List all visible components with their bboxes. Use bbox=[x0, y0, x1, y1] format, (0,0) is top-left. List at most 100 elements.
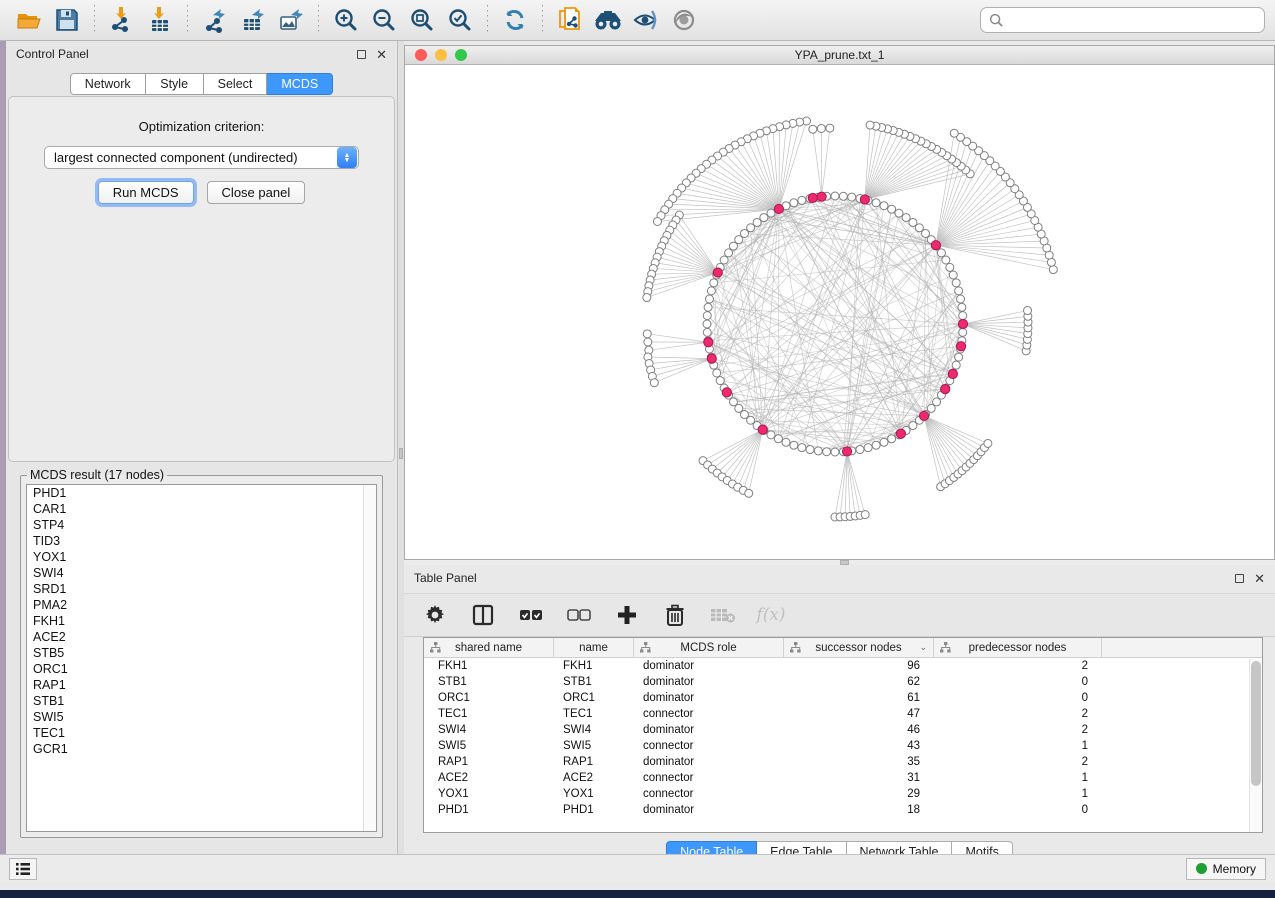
graph-node[interactable] bbox=[856, 446, 864, 454]
list-item[interactable]: TEC1 bbox=[27, 725, 376, 741]
graph-node[interactable] bbox=[959, 328, 967, 336]
table-row[interactable]: ORC1ORC1dominator610 bbox=[424, 690, 1262, 706]
memory-button[interactable]: Memory bbox=[1186, 858, 1266, 880]
close-panel-icon[interactable]: ✕ bbox=[376, 48, 387, 61]
graph-node[interactable] bbox=[653, 218, 661, 226]
mcds-list-scrollbar[interactable] bbox=[363, 485, 376, 831]
graph-node[interactable] bbox=[895, 209, 903, 217]
graph-node[interactable] bbox=[745, 489, 753, 497]
select-all-button[interactable] bbox=[518, 602, 544, 628]
graph-node-dominator[interactable] bbox=[722, 388, 731, 397]
graph-node[interactable] bbox=[767, 209, 775, 217]
table-row[interactable]: PHD1PHD1dominator180 bbox=[424, 802, 1262, 818]
graph-node[interactable] bbox=[704, 303, 712, 311]
graph-node[interactable] bbox=[823, 448, 831, 456]
graph-node[interactable] bbox=[720, 256, 728, 264]
graph-node[interactable] bbox=[942, 256, 950, 264]
zoom-selected-button[interactable] bbox=[443, 4, 477, 36]
graph-node[interactable] bbox=[880, 438, 888, 446]
graph-node[interactable] bbox=[713, 369, 721, 377]
zoom-in-button[interactable] bbox=[329, 4, 363, 36]
list-item[interactable]: RAP1 bbox=[27, 677, 376, 693]
table-row[interactable]: RAP1RAP1dominator352 bbox=[424, 754, 1262, 770]
close-panel-button[interactable]: Close panel bbox=[207, 181, 306, 204]
graph-node[interactable] bbox=[848, 193, 856, 201]
graph-node[interactable] bbox=[880, 202, 888, 210]
column-header-MCDS-role[interactable]: MCDS role bbox=[634, 638, 784, 657]
close-panel-icon[interactable]: ✕ bbox=[1254, 572, 1265, 585]
table-row[interactable]: SWI4SWI4dominator462 bbox=[424, 722, 1262, 738]
graph-node[interactable] bbox=[933, 398, 941, 406]
graph-node-dominator[interactable] bbox=[842, 447, 851, 456]
graph-node[interactable] bbox=[729, 242, 737, 250]
graph-node[interactable] bbox=[949, 271, 957, 279]
table-row[interactable]: ACE2ACE2connector311 bbox=[424, 770, 1262, 786]
graph-node[interactable] bbox=[888, 435, 896, 443]
graph-node[interactable] bbox=[703, 328, 711, 336]
graph-node[interactable] bbox=[861, 511, 869, 519]
graph-node-dominator[interactable] bbox=[896, 429, 905, 438]
graph-node[interactable] bbox=[984, 439, 992, 447]
optimization-select[interactable]: largest connected component (undirected)… bbox=[44, 146, 359, 169]
graph-node-dominator[interactable] bbox=[713, 268, 722, 277]
graph-node[interactable] bbox=[814, 447, 822, 455]
deselect-all-button[interactable] bbox=[566, 602, 592, 628]
list-item[interactable]: SWI5 bbox=[27, 709, 376, 725]
graph-node[interactable] bbox=[707, 287, 715, 295]
list-item[interactable]: STP4 bbox=[27, 517, 376, 533]
show-columns-button[interactable] bbox=[470, 602, 496, 628]
graph-node[interactable] bbox=[790, 441, 798, 449]
table-row[interactable]: SWI5SWI5connector431 bbox=[424, 738, 1262, 754]
graph-node[interactable] bbox=[866, 121, 874, 129]
graph-node[interactable] bbox=[826, 124, 834, 132]
table-settings-button[interactable] bbox=[422, 602, 448, 628]
graph-node-dominator[interactable] bbox=[704, 338, 713, 347]
graph-node-dominator[interactable] bbox=[948, 369, 957, 378]
toggle-vizmapper-button[interactable] bbox=[629, 4, 663, 36]
column-header-name[interactable]: name bbox=[554, 638, 634, 657]
graph-node-dominator[interactable] bbox=[956, 342, 965, 351]
graph-node[interactable] bbox=[643, 330, 651, 338]
list-item[interactable]: CAR1 bbox=[27, 501, 376, 517]
network-window-titlebar[interactable]: YPA_prune.txt_1 bbox=[405, 46, 1274, 65]
list-item[interactable]: YOX1 bbox=[27, 549, 376, 565]
show-panels-button[interactable] bbox=[9, 858, 37, 880]
list-item[interactable]: SWI4 bbox=[27, 565, 376, 581]
graph-node-dominator[interactable] bbox=[758, 425, 767, 434]
graph-node[interactable] bbox=[703, 312, 711, 320]
graph-node[interactable] bbox=[643, 294, 651, 302]
graph-node[interactable] bbox=[872, 441, 880, 449]
export-network-button[interactable] bbox=[198, 4, 232, 36]
graph-node[interactable] bbox=[958, 303, 966, 311]
graph-node[interactable] bbox=[716, 377, 724, 385]
list-item[interactable]: ORC1 bbox=[27, 661, 376, 677]
graph-node[interactable] bbox=[839, 192, 847, 200]
list-item[interactable]: TID3 bbox=[27, 533, 376, 549]
graph-node-dominator[interactable] bbox=[808, 193, 817, 202]
splitter-grip[interactable] bbox=[399, 448, 403, 459]
graph-node[interactable] bbox=[1024, 307, 1032, 315]
graph-node-dominator[interactable] bbox=[860, 195, 869, 204]
graph-node-dominator[interactable] bbox=[919, 411, 928, 420]
search-box[interactable] bbox=[980, 7, 1265, 33]
graph-node[interactable] bbox=[774, 435, 782, 443]
graph-node[interactable] bbox=[937, 249, 945, 257]
graph-node[interactable] bbox=[1049, 266, 1057, 274]
tab-mcds[interactable]: MCDS bbox=[267, 73, 333, 95]
network-canvas[interactable] bbox=[405, 65, 1274, 559]
graph-node-dominator[interactable] bbox=[707, 354, 716, 363]
graph-node[interactable] bbox=[902, 214, 910, 222]
search-input[interactable] bbox=[1010, 13, 1256, 28]
graph-node-dominator[interactable] bbox=[931, 241, 940, 250]
export-image-button[interactable] bbox=[274, 4, 308, 36]
list-item[interactable]: GCR1 bbox=[27, 741, 376, 757]
graph-node[interactable] bbox=[650, 379, 658, 387]
graph-node[interactable] bbox=[955, 353, 963, 361]
graph-node[interactable] bbox=[806, 446, 814, 454]
save-session-button[interactable] bbox=[50, 4, 84, 36]
graph-node[interactable] bbox=[955, 287, 963, 295]
graph-node[interactable] bbox=[705, 295, 713, 303]
table-row[interactable]: YOX1YOX1connector291 bbox=[424, 786, 1262, 802]
float-panel-icon[interactable] bbox=[357, 50, 366, 59]
graph-node[interactable] bbox=[872, 199, 880, 207]
